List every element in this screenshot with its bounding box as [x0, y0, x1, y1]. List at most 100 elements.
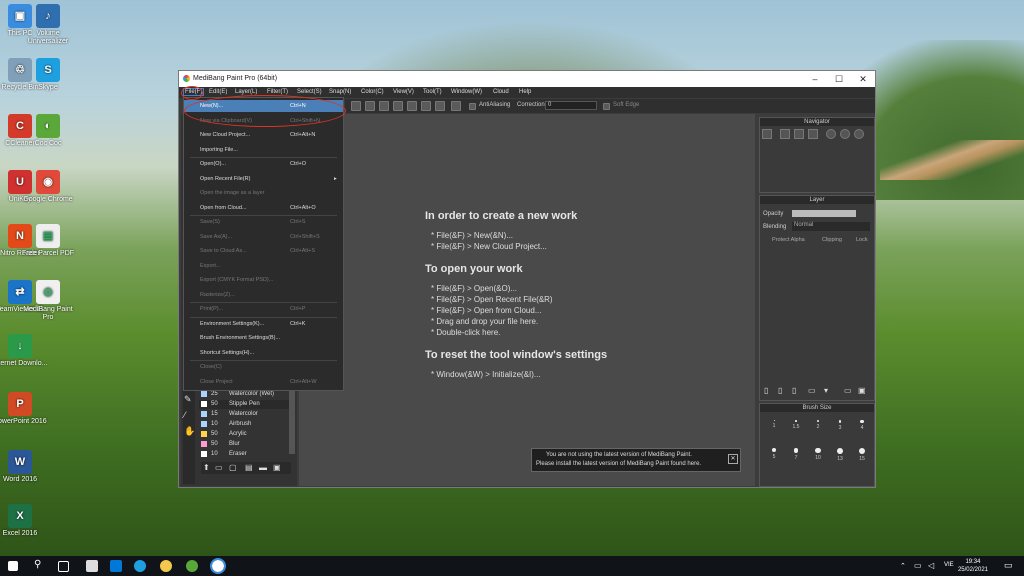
network-icon[interactable]: ▭	[914, 561, 922, 570]
layer-folder-icon[interactable]: ▭	[808, 386, 816, 395]
desktop-icon[interactable]: ◎ MediBang Paint Pro	[20, 280, 76, 322]
delete-layer-icon[interactable]: ▣	[858, 386, 866, 395]
layer-menu-icon[interactable]: ▾	[824, 386, 828, 395]
volume-icon[interactable]: ◁	[928, 561, 934, 570]
file-menu-item[interactable]: Shortcut Settings(H)...	[184, 347, 343, 359]
brush-list-item[interactable]: 50 Acrylic	[199, 430, 289, 439]
brush-list-item[interactable]: 50 Blur	[199, 440, 289, 449]
opacity-slider[interactable]	[792, 210, 856, 217]
medibang-taskbar-icon[interactable]	[210, 558, 226, 574]
brush-folder-icon[interactable]: ▭	[215, 463, 223, 472]
desktop-icon[interactable]: ◐ Coc Coc	[20, 114, 76, 148]
brush-list-item[interactable]: 10 Eraser	[199, 450, 289, 459]
file-menu-item[interactable]: Open the image as a layer	[184, 187, 343, 199]
protect-alpha-checkbox[interactable]: Protect Alpha	[772, 237, 805, 243]
start-icon[interactable]	[8, 561, 18, 571]
menu-cloud[interactable]: Cloud	[493, 89, 509, 95]
antialias-checkbox[interactable]	[469, 103, 476, 110]
cross-snap-icon[interactable]	[393, 101, 403, 111]
file-menu-item[interactable]: Save(S) Ctrl+S	[184, 216, 343, 228]
circle-snap-icon[interactable]	[435, 101, 445, 111]
brush-list-item[interactable]: 15 Watercolor	[199, 410, 289, 419]
new-layer-icon[interactable]: ▯	[764, 386, 768, 395]
brush-list-item[interactable]: 25 Watercolor (Wet)	[199, 390, 289, 399]
file-menu-item[interactable]: Rasterize(Z)...	[184, 289, 343, 301]
close-button[interactable]: ✕	[853, 73, 873, 85]
pen-icon[interactable]: ✎	[184, 394, 194, 404]
brush-copy-icon[interactable]: ▢	[229, 463, 237, 472]
minimize-button[interactable]: –	[805, 73, 825, 85]
curve-snap-icon[interactable]	[421, 101, 431, 111]
desktop-icon[interactable]: ♪ Volume Universalizer	[20, 4, 76, 46]
eyedropper-icon[interactable]: ⁄	[184, 410, 194, 420]
softedge-checkbox[interactable]	[603, 103, 610, 110]
hand-icon[interactable]: ✋	[184, 426, 195, 436]
file-menu-item[interactable]: Environment Settings(K)... Ctrl+K	[184, 318, 343, 330]
brush-size-option[interactable]: 1.5	[786, 416, 806, 442]
fit-icon[interactable]	[794, 129, 804, 139]
settings-snap-icon[interactable]	[451, 101, 461, 111]
maximize-button[interactable]: ☐	[829, 73, 849, 85]
menu-select[interactable]: Select(S)	[297, 89, 322, 95]
menu-window[interactable]: Window(W)	[451, 89, 482, 95]
radial-snap-icon[interactable]	[407, 101, 417, 111]
file-menu-item[interactable]: Export...	[184, 260, 343, 272]
menu-edit[interactable]: Edit(E)	[209, 89, 227, 95]
brush-delete-icon[interactable]: ▣	[273, 463, 281, 472]
file-menu-item[interactable]: Close(C)	[184, 361, 343, 373]
chrome-taskbar-icon[interactable]	[160, 560, 172, 572]
desktop-icon[interactable]: ▤ Free Parcel PDF	[20, 224, 76, 258]
file-menu-item[interactable]: Brush Environment Settings(B)...	[184, 332, 343, 344]
zoom-out-icon[interactable]	[780, 129, 790, 139]
add-brush-icon[interactable]: ⬆	[203, 463, 210, 472]
desktop-icon[interactable]: S Skype	[20, 58, 76, 92]
task-view-icon[interactable]	[58, 561, 69, 572]
desktop-icon[interactable]: X Excel 2016	[0, 504, 48, 538]
language-indicator[interactable]: VIE	[944, 562, 954, 568]
lock-checkbox[interactable]: Lock	[856, 237, 868, 243]
brush-size-option[interactable]: 10	[808, 444, 828, 470]
file-menu-item[interactable]: Export (CMYK Format PSD)...	[184, 274, 343, 286]
reset-rotate-icon[interactable]	[854, 129, 864, 139]
zoom-in-icon[interactable]	[762, 129, 772, 139]
menu-snap[interactable]: Snap(N)	[329, 89, 351, 95]
clipping-checkbox[interactable]: Clipping	[822, 237, 842, 243]
menu-color[interactable]: Color(C)	[361, 89, 384, 95]
brush-size-option[interactable]: 13	[830, 444, 850, 470]
brush-scrollbar[interactable]	[289, 384, 295, 454]
brush-size-option[interactable]: 7	[786, 444, 806, 470]
notifications-icon[interactable]: ▭	[1004, 560, 1013, 571]
brush-list-item[interactable]: 50 Stipple Pen	[199, 400, 289, 409]
brush-open-folder-icon[interactable]: ▬	[259, 463, 267, 472]
rotate-right-icon[interactable]	[840, 129, 850, 139]
store-icon[interactable]	[110, 560, 122, 572]
file-menu-item[interactable]: Importing File...	[184, 144, 343, 156]
menu-tool[interactable]: Tool(T)	[423, 89, 442, 95]
brush-size-option[interactable]: 1	[764, 416, 784, 442]
actual-size-icon[interactable]	[808, 129, 818, 139]
desktop-icon[interactable]: P PowerPoint 2016	[0, 392, 48, 426]
file-menu-item[interactable]: Save to Cloud As... Ctrl+Alt+S	[184, 245, 343, 257]
skype-taskbar-icon[interactable]	[134, 560, 146, 572]
layer-option-icon[interactable]: ▯	[792, 386, 796, 395]
correction-select[interactable]: 0	[545, 101, 597, 110]
brush-list-item[interactable]: 10 Airbrush	[199, 420, 289, 429]
brush-size-option[interactable]: 2	[808, 416, 828, 442]
file-menu-item[interactable]: Open from Cloud... Ctrl+Alt+O	[184, 202, 343, 214]
clock[interactable]: 19:34 25/02/2021	[958, 558, 988, 574]
file-menu-item[interactable]: New Cloud Project... Ctrl+Alt+N	[184, 129, 343, 141]
file-menu-item[interactable]: Open Recent File(R) ▸	[184, 173, 343, 185]
file-menu-item[interactable]: Close Project Ctrl+Alt+W	[184, 376, 343, 388]
desktop-icon[interactable]: ↓ Internet Downlo...	[0, 334, 48, 368]
tray-chevron-icon[interactable]: ⌃	[900, 562, 906, 570]
snap-off-icon[interactable]	[351, 101, 361, 111]
file-menu-item[interactable]: Open(O)... Ctrl+O	[184, 158, 343, 170]
brush-size-option[interactable]: 4	[852, 416, 872, 442]
menu-layer[interactable]: Layer(L)	[235, 89, 257, 95]
merge-layer-icon[interactable]: ▭	[844, 386, 852, 395]
search-icon[interactable]: ⚲	[34, 559, 46, 571]
brush-size-option[interactable]: 3	[830, 416, 850, 442]
copy-layer-icon[interactable]: ▯	[778, 386, 782, 395]
menu-help[interactable]: Help	[519, 89, 531, 95]
menu-view[interactable]: View(V)	[393, 89, 414, 95]
